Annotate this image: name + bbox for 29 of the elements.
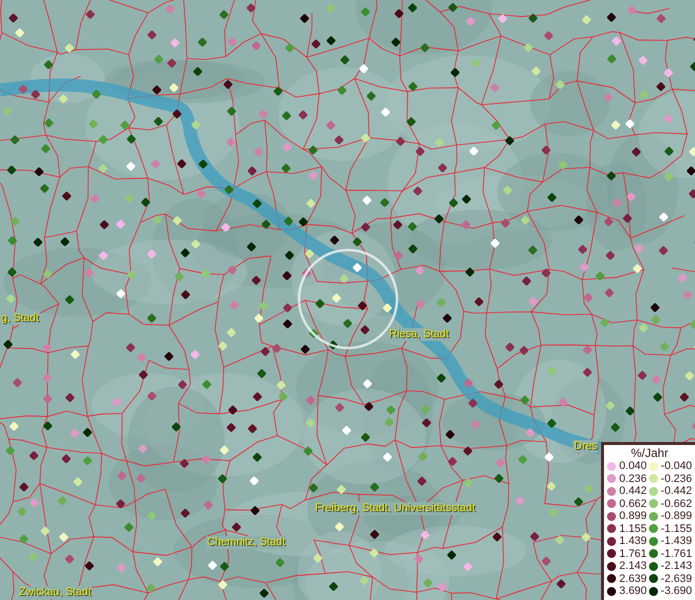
legend-value: 1.439 [619,535,647,548]
legend-value: -1.439 [660,535,692,548]
legend-value: 0.662 [619,498,647,510]
legend-value: -2.639 [660,572,692,585]
legend-value: 1.155 [619,522,647,535]
legend-value: -2.143 [660,560,692,572]
legend-value: 0.040 [619,460,647,472]
legend-value: -0.236 [660,472,692,485]
legend-value: -1.761 [660,548,692,560]
legend-value: 0.236 [619,472,647,485]
legend-title: %/Jahr [630,447,670,460]
legend-value: -0.899 [660,510,692,522]
legend-value: 3.690 [619,585,647,598]
legend-value: -0.662 [660,498,692,510]
place-label: Dres [573,440,598,453]
legend-value: -3.690 [660,585,692,598]
legend-value: 1.761 [619,548,647,560]
legend-value: 0.442 [619,485,647,498]
legend-value: 2.143 [619,560,647,572]
place-label: Chemnitz, Stadt [206,536,286,549]
legend-value: -0.442 [660,485,692,498]
place-label: g, Stadt [0,312,40,325]
legend-value: -0.040 [660,460,692,472]
legend-value: -1.155 [660,522,692,535]
place-label: Freiberg, Stadt, Universitätsstadt [314,502,476,515]
legend-value: 2.639 [619,572,647,585]
place-label: Riesa, Stadt [388,328,450,341]
place-label: Zwickau, Stadt [18,586,92,599]
legend-value: 0.899 [619,510,647,522]
